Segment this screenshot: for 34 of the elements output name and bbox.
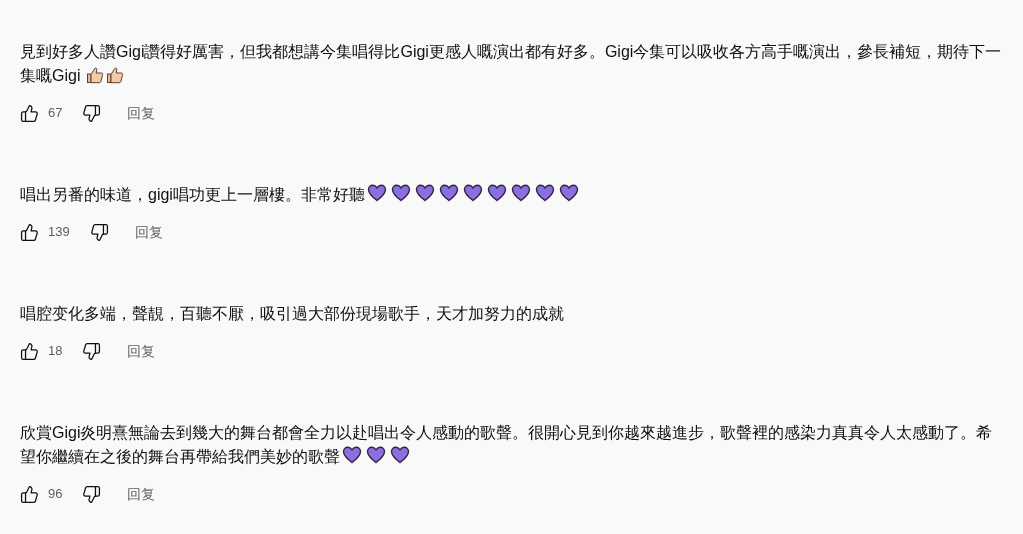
dislike-icon[interactable] bbox=[82, 484, 102, 504]
dislike-icon[interactable] bbox=[82, 103, 102, 123]
like-icon[interactable] bbox=[20, 103, 39, 123]
heart-icon bbox=[510, 183, 531, 203]
heart-icon bbox=[366, 183, 387, 203]
heart-icon bbox=[462, 183, 483, 203]
comment-text: 唱腔变化多端，聲靚，百聽不厭，吸引過大部份現場歌手，天才加努力的成就 bbox=[20, 304, 565, 324]
like-count: 96 bbox=[48, 485, 63, 504]
heart-icon bbox=[342, 445, 362, 465]
like-icon[interactable] bbox=[20, 222, 39, 242]
reply-button[interactable]: 回复 bbox=[127, 340, 156, 362]
dislike-icon[interactable] bbox=[82, 341, 102, 361]
comment-text: 欣賞Gigi炎明熹無論去到幾大的舞台都會全力以赴唱出令人感動的歌聲。很開心見到你越來越進步，歌聲裡的感染力真真令人太感動了。希望你繼續在之後的舞台再帶給我們美妙的歌聲 bbox=[20, 423, 994, 467]
like-icon[interactable] bbox=[20, 341, 39, 361]
thumbs-up-icon bbox=[105, 66, 124, 84]
heart-icon bbox=[438, 183, 459, 203]
reply-button[interactable]: 回复 bbox=[134, 221, 163, 243]
dislike-icon[interactable] bbox=[89, 222, 109, 242]
like-count: 67 bbox=[48, 104, 63, 123]
like-icon[interactable] bbox=[20, 484, 39, 504]
reply-button[interactable]: 回复 bbox=[127, 483, 156, 505]
heart-icon bbox=[390, 445, 410, 465]
heart-icon bbox=[486, 183, 507, 203]
thumbs-up-icon bbox=[85, 66, 104, 84]
like-count: 18 bbox=[48, 342, 63, 361]
comment-text: 見到好多人讚Gigi讚得好厲害，但我都想講今集唱得比Gigi更感人嘅演出都有好多。Gigi今集可以吸收各方高手嘅演出，參長補短，期待下一集嘅Gigi bbox=[20, 42, 1003, 86]
heart-icon bbox=[558, 183, 579, 203]
like-count: 139 bbox=[48, 223, 70, 242]
heart-icon bbox=[390, 183, 411, 203]
heart-icon bbox=[414, 183, 435, 203]
reply-button[interactable]: 回复 bbox=[127, 102, 156, 124]
heart-icon bbox=[366, 445, 386, 465]
comment-text: 唱出另番的味道，gigi唱功更上一層樓。非常好聽 bbox=[20, 183, 1003, 207]
heart-icon bbox=[534, 183, 555, 203]
